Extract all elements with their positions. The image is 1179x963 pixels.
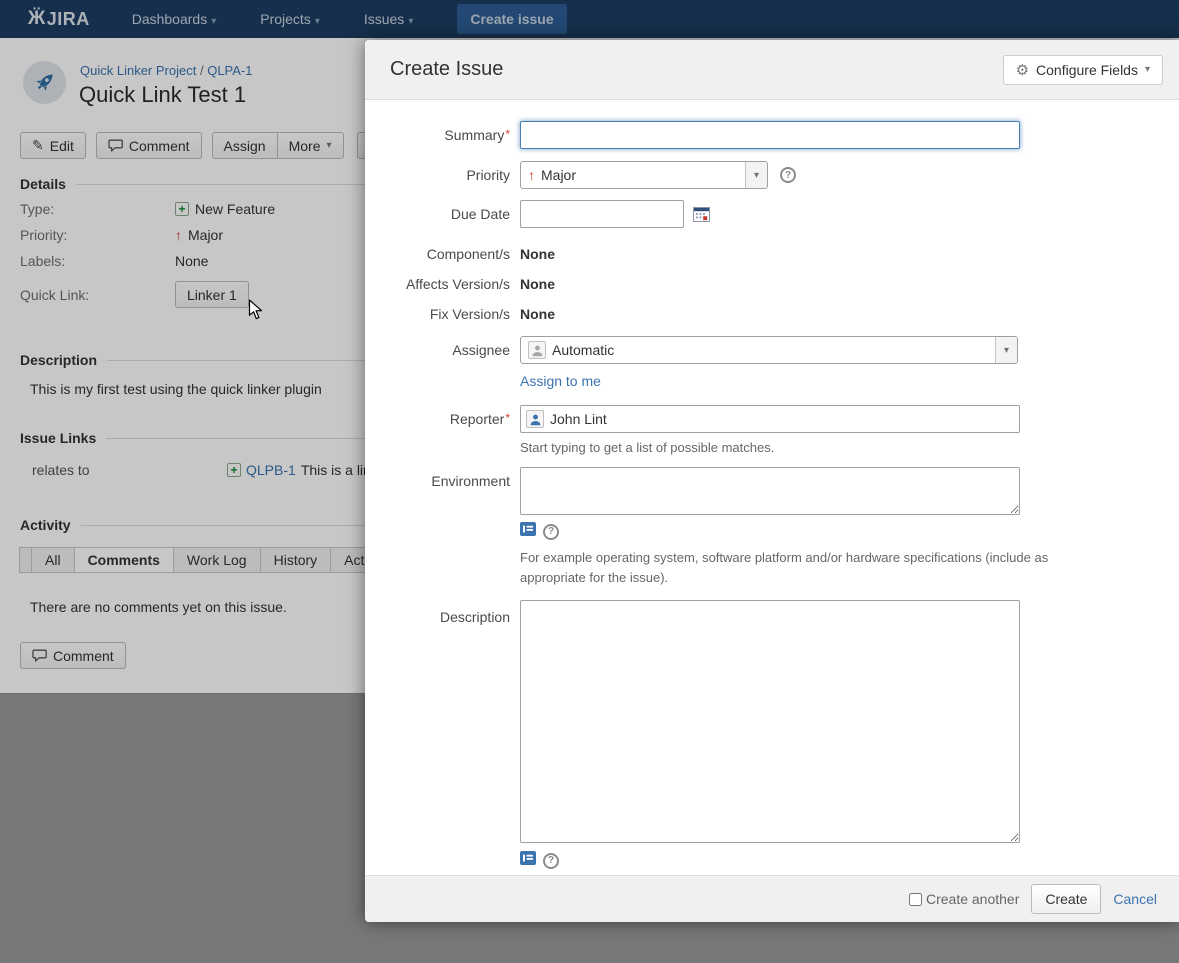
gear-icon: ⚙ [1016, 61, 1029, 79]
description-label: Description [365, 600, 520, 625]
environment-hint: For example operating system, software p… [520, 548, 1110, 588]
description-row: Description [365, 600, 1179, 843]
environment-textarea[interactable] [520, 467, 1020, 515]
affects-versions-label: Affects Version/s [365, 276, 520, 292]
wiki-markup-icon[interactable] [520, 851, 536, 870]
calendar-icon [693, 206, 710, 222]
dropdown-caret-icon[interactable]: ▾ [995, 337, 1017, 363]
assignee-selected-value: Automatic [552, 342, 614, 358]
environment-row: Environment [365, 467, 1179, 515]
create-another-checkbox[interactable] [909, 893, 922, 906]
required-marker: * [505, 411, 510, 425]
create-another-option[interactable]: Create another [909, 891, 1019, 907]
due-date-row: Due Date [365, 200, 1179, 228]
help-icon[interactable]: ? [780, 167, 796, 183]
assignee-label: Assignee [365, 336, 520, 358]
priority-major-icon: ↑ [528, 167, 535, 183]
create-issue-dialog: Create Issue ⚙ Configure Fields ▾ Summar… [365, 40, 1179, 922]
environment-label: Environment [365, 467, 520, 489]
priority-select[interactable]: ↑ Major ▾ [520, 161, 768, 189]
help-icon[interactable]: ? [543, 524, 559, 540]
dialog-form: Summary* Priority ↑ Major ▾ ? Due Date [365, 100, 1179, 875]
summary-row: Summary* [365, 121, 1179, 149]
affects-versions-row: Affects Version/s None [365, 276, 1179, 292]
cancel-link[interactable]: Cancel [1113, 891, 1157, 907]
due-date-label: Due Date [365, 200, 520, 222]
affects-versions-value: None [520, 276, 555, 292]
components-row: Component/s None [365, 246, 1179, 262]
environment-icons-row: ? [520, 522, 1179, 541]
fix-versions-row: Fix Version/s None [365, 306, 1179, 322]
reporter-input[interactable]: John Lint [520, 405, 1020, 433]
create-button[interactable]: Create [1031, 884, 1101, 914]
mouse-cursor [248, 299, 265, 326]
dialog-header: Create Issue ⚙ Configure Fields ▾ [365, 40, 1179, 100]
due-date-input[interactable] [520, 200, 684, 228]
assignee-select[interactable]: Automatic ▾ [520, 336, 1018, 364]
chevron-down-icon: ▾ [1145, 64, 1150, 75]
user-avatar-icon [526, 410, 544, 428]
assign-to-me-row: Assign to me [520, 373, 1179, 391]
wiki-markup-icon[interactable] [520, 522, 536, 541]
priority-selected-value: Major [541, 167, 576, 183]
description-textarea[interactable] [520, 600, 1020, 843]
components-label: Component/s [365, 246, 520, 262]
assignee-row: Assignee Automatic ▾ [365, 336, 1179, 364]
required-marker: * [505, 127, 510, 141]
help-icon[interactable]: ? [543, 853, 559, 869]
priority-row: Priority ↑ Major ▾ ? [365, 161, 1179, 189]
reporter-hint: Start typing to get a list of possible m… [520, 440, 1179, 455]
create-another-label: Create another [926, 891, 1019, 907]
reporter-value: John Lint [550, 411, 607, 427]
summary-input[interactable] [520, 121, 1020, 149]
configure-fields-button[interactable]: ⚙ Configure Fields ▾ [1003, 55, 1163, 85]
dialog-footer: Create another Create Cancel [365, 875, 1179, 922]
reporter-row: Reporter* John Lint [365, 405, 1179, 433]
fix-versions-value: None [520, 306, 555, 322]
priority-label: Priority [365, 161, 520, 183]
dialog-title: Create Issue [390, 58, 503, 81]
components-value: None [520, 246, 555, 262]
avatar-placeholder-icon [528, 341, 546, 359]
jira-issue-page: ӜJIRA Dashboards▾ Projects▾ Issues▾ Crea… [0, 0, 1179, 963]
summary-label: Summary* [365, 121, 520, 143]
calendar-picker-button[interactable] [693, 206, 710, 227]
reporter-label: Reporter* [365, 405, 520, 427]
description-icons-row: ? [520, 851, 1179, 870]
assign-to-me-link[interactable]: Assign to me [520, 373, 601, 389]
dropdown-caret-icon[interactable]: ▾ [745, 162, 767, 188]
fix-versions-label: Fix Version/s [365, 306, 520, 322]
